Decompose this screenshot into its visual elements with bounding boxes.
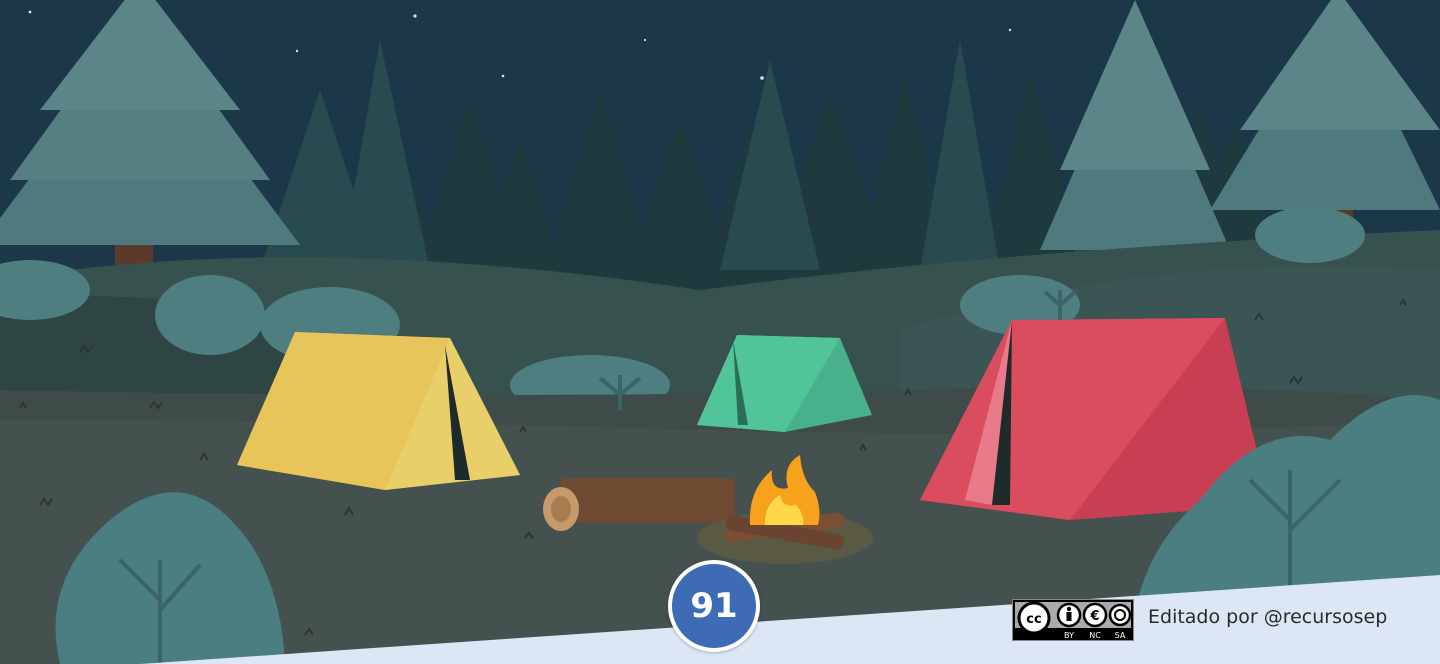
cc-by-nc-sa-license-badge: cc € BY NC SA xyxy=(1012,599,1134,641)
star-icon xyxy=(643,38,647,42)
star-icon xyxy=(760,76,764,80)
star-icon xyxy=(1008,28,1012,32)
credit-text: Editado por @recursosep xyxy=(1148,606,1388,628)
license-sa: SA xyxy=(1115,631,1126,640)
star-icon xyxy=(413,14,417,18)
star-icon xyxy=(295,49,299,53)
page-number: 91 xyxy=(690,586,738,626)
license-by: BY xyxy=(1064,631,1074,640)
page-number-badge: 91 xyxy=(668,560,760,652)
license-nc: NC xyxy=(1089,631,1101,640)
sa-icon xyxy=(1108,603,1132,627)
star-icon xyxy=(501,74,505,78)
cc-glyph: cc xyxy=(1026,612,1041,627)
star-icon xyxy=(28,10,32,14)
svg-text:€: € xyxy=(1089,609,1099,624)
